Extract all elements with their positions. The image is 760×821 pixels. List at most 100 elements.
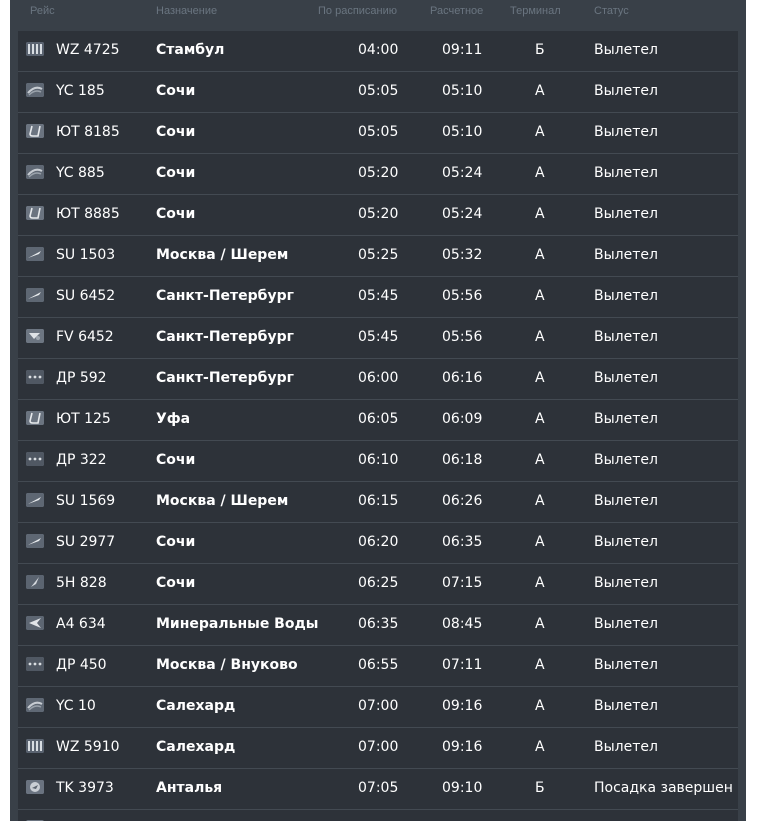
departures-board: Рейс Назначение По расписанию Расчетное … — [10, 0, 746, 821]
flight-number: WZ 4725 — [56, 42, 120, 58]
flight-row-partial[interactable] — [18, 810, 738, 821]
estimated-time: 05:56 — [442, 329, 483, 345]
destination: Москва / Шерем — [156, 493, 289, 509]
flight-row[interactable]: WZ 5910 Салехард 07:00 09:16 А Вылетел — [18, 728, 738, 769]
aeroflot-logo-icon — [26, 534, 44, 548]
pobeda-logo-icon — [26, 370, 44, 384]
flight-status: Вылетел — [594, 42, 658, 58]
scheduled-time: 06:25 — [358, 575, 399, 591]
destination: Сочи — [156, 165, 196, 181]
flight-number: ЮТ 8185 — [56, 124, 120, 140]
terminal: А — [535, 206, 545, 222]
terminal: А — [535, 329, 545, 345]
windrose-logo-icon — [26, 42, 44, 56]
flight-number: SU 6452 — [56, 288, 116, 304]
scheduled-time: 05:45 — [358, 329, 399, 345]
destination: Сочи — [156, 575, 196, 591]
destination: Салехард — [156, 739, 236, 755]
flight-status: Вылетел — [594, 329, 658, 345]
destination: Санкт-Петербург — [156, 288, 294, 304]
destination: Анталья — [156, 780, 223, 796]
flight-row[interactable]: SU 6452 Санкт-Петербург 05:45 05:56 А Вылетел — [18, 277, 738, 318]
scheduled-time: 06:55 — [358, 657, 399, 673]
flight-status: Вылетел — [594, 657, 658, 673]
terminal: А — [535, 370, 545, 386]
flight-number: А4 634 — [56, 616, 106, 632]
estimated-time: 05:24 — [442, 165, 483, 181]
estimated-time: 08:45 — [442, 616, 483, 632]
flight-status: Вылетел — [594, 83, 658, 99]
aeroflot-logo-icon — [26, 288, 44, 302]
scheduled-time: 05:05 — [358, 124, 399, 140]
flight-row[interactable]: ЮТ 8885 Сочи 05:20 05:24 А Вылетел — [18, 195, 738, 236]
flight-row[interactable]: SU 1569 Москва / Шерем 06:15 06:26 А Вылетел — [18, 482, 738, 523]
flight-status: Вылетел — [594, 616, 658, 632]
terminal: А — [535, 288, 545, 304]
terminal: А — [535, 247, 545, 263]
flight-number: ДР 322 — [56, 452, 107, 468]
flight-status: Посадка завершен — [594, 780, 733, 796]
estimated-time: 06:18 — [442, 452, 483, 468]
destination: Санкт-Петербург — [156, 370, 294, 386]
scheduled-time: 05:05 — [358, 83, 399, 99]
estimated-time: 07:11 — [442, 657, 483, 673]
yamal-logo-icon — [26, 83, 44, 97]
flight-number: WZ 5910 — [56, 739, 120, 755]
flight-row[interactable]: ДР 450 Москва / Внуково 06:55 07:11 А Вылетел — [18, 646, 738, 687]
flight-number: YC 10 — [56, 698, 96, 714]
flight-number: 5H 828 — [56, 575, 107, 591]
flight-row[interactable]: WZ 4725 Стамбул 04:00 09:11 Б Вылетел — [18, 31, 738, 72]
flight-row[interactable]: ЮТ 8185 Сочи 05:05 05:10 А Вылетел — [18, 113, 738, 154]
destination: Салехард — [156, 698, 236, 714]
flight-row[interactable]: А4 634 Минеральные Воды 06:35 08:45 А Вылетел — [18, 605, 738, 646]
flight-number: TK 3973 — [56, 780, 114, 796]
scheduled-time: 05:20 — [358, 206, 399, 222]
estimated-time: 06:09 — [442, 411, 483, 427]
terminal: А — [535, 657, 545, 673]
flight-number: SU 1569 — [56, 493, 116, 509]
flight-row[interactable]: ДР 592 Санкт-Петербург 06:00 06:16 А Вылетел — [18, 359, 738, 400]
estimated-time: 06:35 — [442, 534, 483, 550]
estimated-time: 06:26 — [442, 493, 483, 509]
flight-row[interactable]: SU 1503 Москва / Шерем 05:25 05:32 А Вылетел — [18, 236, 738, 277]
flight-row[interactable]: YC 185 Сочи 05:05 05:10 А Вылетел — [18, 72, 738, 113]
turkish-logo-icon — [26, 780, 44, 794]
terminal: А — [535, 698, 545, 714]
pobeda-logo-icon — [26, 657, 44, 671]
yamal-logo-icon — [26, 165, 44, 179]
estimated-time: 09:16 — [442, 739, 483, 755]
destination: Сочи — [156, 534, 196, 550]
flight-row[interactable]: SU 2977 Сочи 06:20 06:35 А Вылетел — [18, 523, 738, 564]
flight-row[interactable]: YC 885 Сочи 05:20 05:24 А Вылетел — [18, 154, 738, 195]
table-header: Рейс Назначение По расписанию Расчетное … — [10, 0, 746, 30]
flight-number: ДР 450 — [56, 657, 107, 673]
estimated-time: 09:16 — [442, 698, 483, 714]
flight-row[interactable]: ЮТ 125 Уфа 06:05 06:09 А Вылетел — [18, 400, 738, 441]
column-header-status: Статус — [594, 5, 629, 17]
flight-row[interactable]: ДР 322 Сочи 06:10 06:18 А Вылетел — [18, 441, 738, 482]
flight-status: Вылетел — [594, 124, 658, 140]
flight-row[interactable]: TK 3973 Анталья 07:05 09:10 Б Посадка заверше… — [18, 769, 738, 810]
estimated-time: 05:10 — [442, 124, 483, 140]
flight-status: Вылетел — [594, 452, 658, 468]
flight-row[interactable]: 5H 828 Сочи 06:25 07:15 А Вылетел — [18, 564, 738, 605]
scheduled-time: 07:00 — [358, 739, 399, 755]
flight-number: YC 885 — [56, 165, 105, 181]
scheduled-time: 05:45 — [358, 288, 399, 304]
flight-row[interactable]: FV 6452 Санкт-Петербург 05:45 05:56 А Вылетел — [18, 318, 738, 359]
destination: Стамбул — [156, 42, 225, 58]
estimated-time: 05:56 — [442, 288, 483, 304]
yamal-logo-icon — [26, 698, 44, 712]
scheduled-time: 06:10 — [358, 452, 399, 468]
flight-status: Вылетел — [594, 247, 658, 263]
terminal: А — [535, 124, 545, 140]
estimated-time: 09:11 — [442, 42, 483, 58]
scheduled-time: 05:20 — [358, 165, 399, 181]
destination: Минеральные Воды — [156, 616, 319, 632]
flight-number: ЮТ 125 — [56, 411, 111, 427]
terminal: Б — [535, 42, 545, 58]
utair-logo-icon — [26, 206, 44, 220]
column-header-scheduled: По расписанию — [318, 5, 398, 17]
destination: Москва / Шерем — [156, 247, 289, 263]
flight-row[interactable]: YC 10 Салехард 07:00 09:16 А Вылетел — [18, 687, 738, 728]
